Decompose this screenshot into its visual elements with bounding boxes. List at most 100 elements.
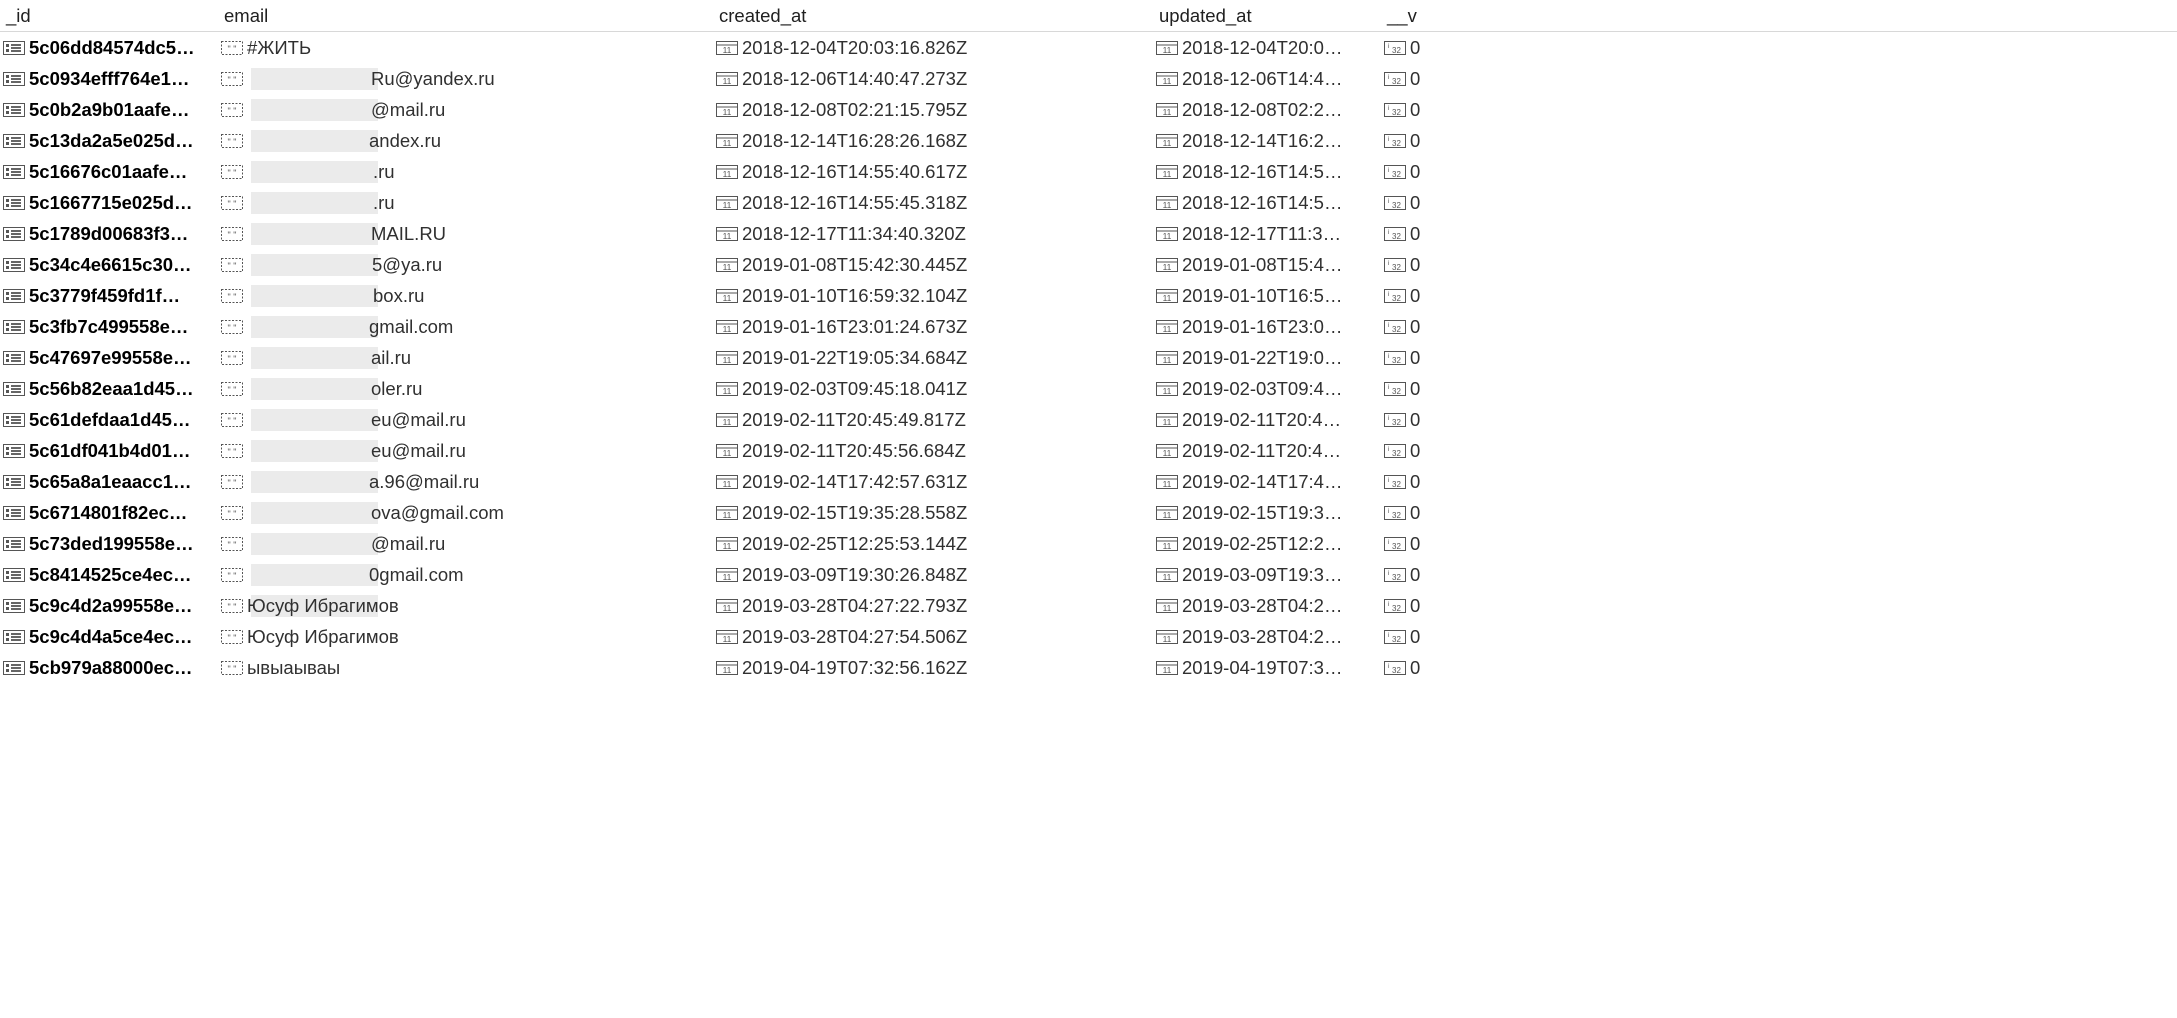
cell-updated-at[interactable]: 2019-02-03T09:4…: [1153, 378, 1381, 400]
cell-v[interactable]: 0: [1381, 564, 1521, 586]
table-row[interactable]: 5c65a8a1eaacc1…a.96@mail.ru2019-02-14T17…: [0, 466, 2177, 497]
cell-updated-at[interactable]: 2018-12-08T02:2…: [1153, 99, 1381, 121]
cell-email[interactable]: @mail.ru: [218, 99, 713, 121]
cell-id[interactable]: 5c0934efff764e1…: [0, 68, 218, 90]
cell-v[interactable]: 0: [1381, 471, 1521, 493]
cell-v[interactable]: 0: [1381, 440, 1521, 462]
cell-updated-at[interactable]: 2018-12-16T14:5…: [1153, 161, 1381, 183]
table-row[interactable]: 5c6714801f82ec…ova@gmail.com 2019-02-15T1…: [0, 497, 2177, 528]
cell-updated-at[interactable]: 2019-01-10T16:5…: [1153, 285, 1381, 307]
cell-id[interactable]: 5cb979a88000ec…: [0, 657, 218, 679]
cell-v[interactable]: 0: [1381, 99, 1521, 121]
cell-id[interactable]: 5c13da2a5e025d…: [0, 130, 218, 152]
cell-created-at[interactable]: 2018-12-14T16:28:26.168Z: [713, 130, 1153, 152]
cell-v[interactable]: 0: [1381, 192, 1521, 214]
cell-email[interactable]: 5@ya.ru: [218, 254, 713, 276]
cell-v[interactable]: 0: [1381, 223, 1521, 245]
cell-v[interactable]: 0: [1381, 502, 1521, 524]
cell-v[interactable]: 0: [1381, 626, 1521, 648]
cell-v[interactable]: 0: [1381, 254, 1521, 276]
cell-created-at[interactable]: 2018-12-16T14:55:40.617Z: [713, 161, 1153, 183]
cell-updated-at[interactable]: 2019-02-11T20:4…: [1153, 409, 1381, 431]
cell-v[interactable]: 0: [1381, 130, 1521, 152]
cell-id[interactable]: 5c61defdaa1d45…: [0, 409, 218, 431]
cell-email[interactable]: .ru: [218, 192, 713, 214]
cell-email[interactable]: ail.ru: [218, 347, 713, 369]
table-row[interactable]: 5cb979a88000ec…ывыаываы2019-04-19T07:32:…: [0, 652, 2177, 683]
cell-v[interactable]: 0: [1381, 595, 1521, 617]
cell-email[interactable]: a.96@mail.ru: [218, 471, 713, 493]
cell-updated-at[interactable]: 2019-04-19T07:3…: [1153, 657, 1381, 679]
cell-v[interactable]: 0: [1381, 378, 1521, 400]
cell-email[interactable]: Ru@yandex.ru: [218, 68, 713, 90]
column-header-updated-at[interactable]: updated_at: [1153, 1, 1381, 31]
cell-v[interactable]: 0: [1381, 409, 1521, 431]
table-row[interactable]: 5c34c4e6615c30…5@ya.ru2019-01-08T15:42:3…: [0, 249, 2177, 280]
cell-email[interactable]: box.ru: [218, 285, 713, 307]
cell-email[interactable]: MAIL.RU: [218, 223, 713, 245]
cell-updated-at[interactable]: 2018-12-06T14:4…: [1153, 68, 1381, 90]
cell-v[interactable]: 0: [1381, 285, 1521, 307]
cell-created-at[interactable]: 2019-01-10T16:59:32.104Z: [713, 285, 1153, 307]
cell-created-at[interactable]: 2018-12-16T14:55:45.318Z: [713, 192, 1153, 214]
cell-id[interactable]: 5c73ded199558e…: [0, 533, 218, 555]
cell-v[interactable]: 0: [1381, 68, 1521, 90]
cell-created-at[interactable]: 2019-01-16T23:01:24.673Z: [713, 316, 1153, 338]
cell-updated-at[interactable]: 2018-12-16T14:5…: [1153, 192, 1381, 214]
cell-email[interactable]: Юсуф Ибрагимов: [218, 626, 713, 648]
cell-updated-at[interactable]: 2018-12-17T11:3…: [1153, 223, 1381, 245]
cell-updated-at[interactable]: 2018-12-04T20:0…: [1153, 37, 1381, 59]
cell-id[interactable]: 5c06dd84574dc5…: [0, 37, 218, 59]
cell-email[interactable]: ывыаываы: [218, 657, 713, 679]
cell-id[interactable]: 5c1667715e025d…: [0, 192, 218, 214]
table-row[interactable]: 5c1789d00683f3…MAIL.RU2018-12-17T11:34:4…: [0, 218, 2177, 249]
column-header-id[interactable]: _id: [0, 1, 218, 31]
cell-created-at[interactable]: 2019-04-19T07:32:56.162Z: [713, 657, 1153, 679]
cell-email[interactable]: Юсуф Ибрагимов: [218, 595, 713, 617]
cell-email[interactable]: andex.ru: [218, 130, 713, 152]
cell-created-at[interactable]: 2019-03-28T04:27:22.793Z: [713, 595, 1153, 617]
table-row[interactable]: 5c16676c01aafe….ru2018-12-16T14:55:40.61…: [0, 156, 2177, 187]
table-row[interactable]: 5c06dd84574dc5…#ЖИТЬ2018-12-04T20:03:16.…: [0, 32, 2177, 63]
cell-updated-at[interactable]: 2019-02-11T20:4…: [1153, 440, 1381, 462]
cell-created-at[interactable]: 2018-12-08T02:21:15.795Z: [713, 99, 1153, 121]
cell-id[interactable]: 5c65a8a1eaacc1…: [0, 471, 218, 493]
cell-email[interactable]: oler.ru: [218, 378, 713, 400]
cell-updated-at[interactable]: 2019-02-14T17:4…: [1153, 471, 1381, 493]
cell-email[interactable]: #ЖИТЬ: [218, 37, 713, 59]
cell-created-at[interactable]: 2019-02-11T20:45:49.817Z: [713, 409, 1153, 431]
cell-id[interactable]: 5c9c4d4a5ce4ec…: [0, 626, 218, 648]
cell-id[interactable]: 5c8414525ce4ec…: [0, 564, 218, 586]
table-row[interactable]: 5c3fb7c499558e…gmail.com2019-01-16T23:01…: [0, 311, 2177, 342]
cell-created-at[interactable]: 2019-01-22T19:05:34.684Z: [713, 347, 1153, 369]
cell-id[interactable]: 5c16676c01aafe…: [0, 161, 218, 183]
cell-updated-at[interactable]: 2019-03-09T19:3…: [1153, 564, 1381, 586]
cell-id[interactable]: 5c6714801f82ec…: [0, 502, 218, 524]
cell-v[interactable]: 0: [1381, 37, 1521, 59]
cell-updated-at[interactable]: 2019-02-25T12:2…: [1153, 533, 1381, 555]
cell-email[interactable]: eu@mail.ru: [218, 409, 713, 431]
table-row[interactable]: 5c47697e99558e…ail.ru2019-01-22T19:05:34…: [0, 342, 2177, 373]
cell-updated-at[interactable]: 2019-02-15T19:3…: [1153, 502, 1381, 524]
cell-id[interactable]: 5c0b2a9b01aafe…: [0, 99, 218, 121]
table-row[interactable]: 5c9c4d2a99558e…Юсуф Ибрагимов2019-03-28T…: [0, 590, 2177, 621]
cell-updated-at[interactable]: 2019-03-28T04:2…: [1153, 595, 1381, 617]
cell-id[interactable]: 5c3779f459fd1f…: [0, 285, 218, 307]
cell-email[interactable]: ova@gmail.com: [218, 502, 713, 524]
cell-v[interactable]: 0: [1381, 533, 1521, 555]
table-row[interactable]: 5c61defdaa1d45…eu@mail.ru2019-02-11T20:4…: [0, 404, 2177, 435]
table-row[interactable]: 5c8414525ce4ec…0gmail.com2019-03-09T19:3…: [0, 559, 2177, 590]
column-header-v[interactable]: __v: [1381, 1, 1521, 31]
cell-created-at[interactable]: 2018-12-17T11:34:40.320Z: [713, 223, 1153, 245]
cell-created-at[interactable]: 2019-02-14T17:42:57.631Z: [713, 471, 1153, 493]
cell-updated-at[interactable]: 2018-12-14T16:2…: [1153, 130, 1381, 152]
cell-created-at[interactable]: 2019-01-08T15:42:30.445Z: [713, 254, 1153, 276]
cell-id[interactable]: 5c34c4e6615c30…: [0, 254, 218, 276]
cell-v[interactable]: 0: [1381, 161, 1521, 183]
column-header-email[interactable]: email: [218, 1, 713, 31]
cell-updated-at[interactable]: 2019-01-08T15:4…: [1153, 254, 1381, 276]
table-row[interactable]: 5c13da2a5e025d…andex.ru2018-12-14T16:28:…: [0, 125, 2177, 156]
cell-created-at[interactable]: 2019-02-11T20:45:56.684Z: [713, 440, 1153, 462]
cell-email[interactable]: gmail.com: [218, 316, 713, 338]
cell-email[interactable]: eu@mail.ru: [218, 440, 713, 462]
